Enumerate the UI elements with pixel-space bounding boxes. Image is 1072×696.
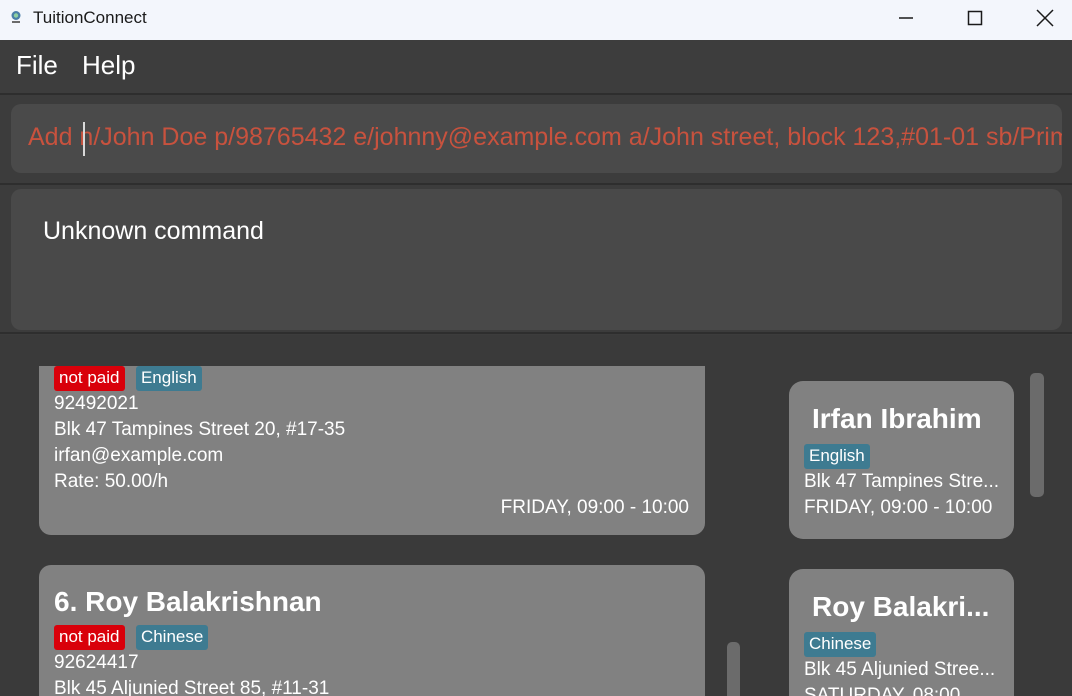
payment-tag: not paid [54,625,125,650]
tutee-card[interactable]: 6. Roy Balakrishnan not paid Chinese 926… [39,565,705,696]
tutee-address: Blk 47 Tampines Street 20, #17-35 [54,419,346,440]
menu-help[interactable]: Help [82,50,135,81]
schedule-address: Blk 47 Tampines Stre... [804,471,1000,492]
tutee-phone: 92624417 [54,652,139,673]
schedule-time: SATURDAY, 08:00 [804,685,961,696]
close-icon [1036,9,1054,27]
menu-bar: File Help [0,40,1072,93]
maximize-button[interactable] [940,0,1010,36]
minimize-button[interactable] [871,0,941,36]
app-icon [11,11,21,23]
divider [0,183,1072,185]
subject-tag: English [135,366,202,391]
text-caret [83,122,85,156]
subject-tag: English [804,444,870,469]
tutee-schedule: FRIDAY, 09:00 - 10:00 [500,497,689,518]
list-panel: not paid English 92492021 Blk 47 Tampine… [0,335,1072,696]
menu-file[interactable]: File [16,50,58,81]
divider [0,332,1072,334]
tutee-rate: Rate: 50.00/h [54,471,169,492]
schedule-name: Roy Balakri... [812,591,990,622]
minimize-icon [899,17,913,19]
schedule-list-scrollbar[interactable] [1030,373,1044,497]
maximize-icon [967,10,983,26]
command-box[interactable]: Add n/John Doe p/98765432 e/johnny@examp… [11,104,1062,173]
schedule-time: FRIDAY, 09:00 - 10:00 [804,497,993,518]
schedule-card[interactable]: Irfan Ibrahim English Blk 47 Tampines St… [789,381,1014,539]
tutee-card[interactable]: not paid English 92492021 Blk 47 Tampine… [39,366,705,535]
tutee-email: irfan@example.com [54,445,224,466]
schedule-address: Blk 45 Aljunied Stree... [804,659,996,680]
subject-tag: Chinese [135,625,209,650]
result-message: Unknown command [43,217,264,245]
result-display: Unknown command [11,189,1062,330]
tutee-phone: 92492021 [54,393,139,414]
payment-tag: not paid [54,366,125,391]
window-title: TuitionConnect [33,8,147,27]
command-input[interactable]: Add n/John Doe p/98765432 e/johnny@examp… [28,123,1062,152]
title-bar: TuitionConnect [0,0,1072,40]
tutee-name: 6. Roy Balakrishnan [54,586,322,617]
tutee-list-scrollbar[interactable] [727,642,740,696]
close-button[interactable] [1010,0,1072,36]
tutee-address: Blk 45 Aljunied Street 85, #11-31 [54,678,330,696]
schedule-card[interactable]: Roy Balakri... Chinese Blk 45 Aljunied S… [789,569,1014,696]
subject-tag: Chinese [804,632,877,657]
schedule-name: Irfan Ibrahim [812,403,982,434]
divider [0,93,1072,95]
